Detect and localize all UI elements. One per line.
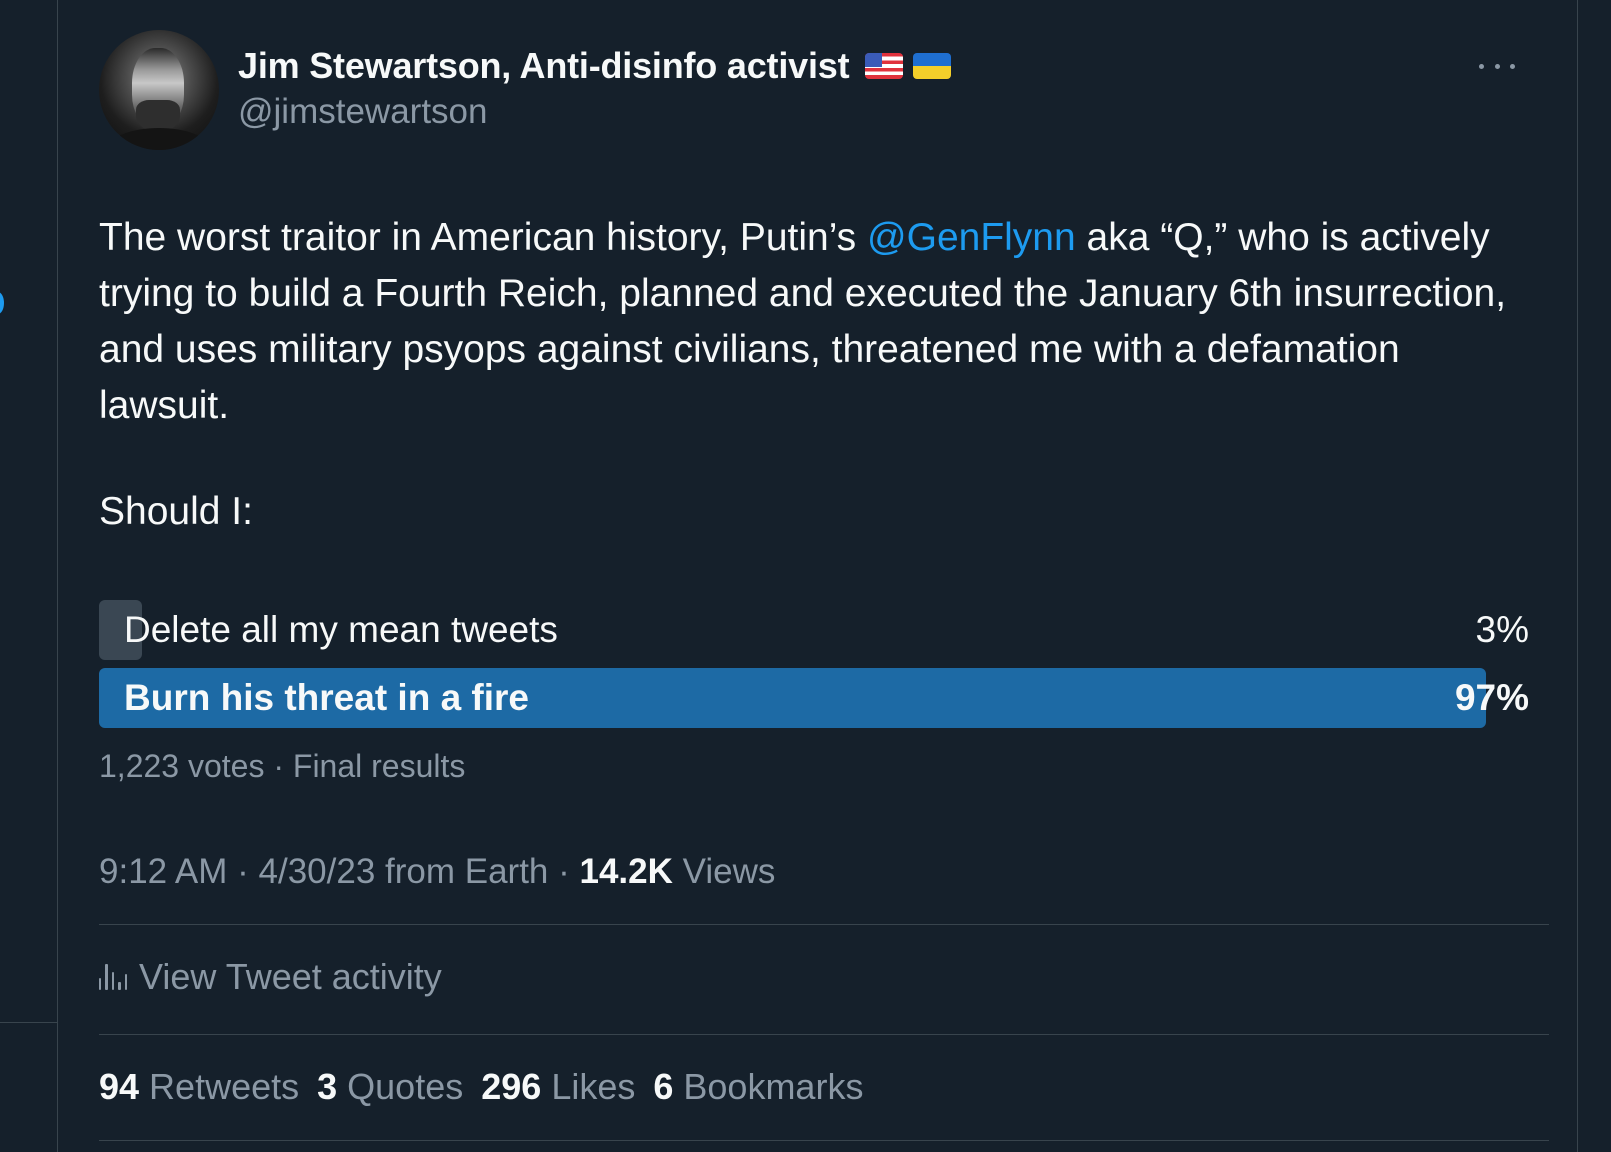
author-handle[interactable]: @jimstewartson bbox=[238, 92, 487, 132]
poll-option-percent: 97% bbox=[1454, 677, 1529, 718]
poll-option-winner: Burn his threat in a fire 97% bbox=[99, 668, 1529, 728]
poll-option: Delete all my mean tweets 3% bbox=[99, 600, 1529, 660]
retweets-label: Retweets bbox=[149, 1066, 300, 1107]
avatar-shoulders bbox=[109, 128, 209, 150]
quotes-stat[interactable]: 3 Quotes bbox=[317, 1066, 463, 1108]
left-navigation-rail bbox=[0, 0, 58, 1152]
author-name-row: Jim Stewartson, Anti-disinfo activist bbox=[238, 44, 952, 88]
more-options-icon[interactable] bbox=[1479, 58, 1515, 74]
quotes-label: Quotes bbox=[347, 1066, 464, 1107]
ukraine-flag-icon bbox=[913, 53, 952, 79]
retweets-stat[interactable]: 94 Retweets bbox=[99, 1066, 299, 1108]
tweet: Jim Stewartson, Anti-disinfo activist @j… bbox=[99, 0, 1549, 1152]
poll-option-percent: 3% bbox=[1475, 609, 1529, 650]
likes-label: Likes bbox=[551, 1066, 636, 1107]
bookmarks-count: 6 bbox=[653, 1066, 674, 1107]
timestamp-source[interactable]: 9:12 AM · 4/30/23 from Earth · bbox=[99, 852, 580, 891]
divider bbox=[99, 924, 1549, 925]
views-count: 14.2K bbox=[579, 852, 673, 891]
tweet-meta: 9:12 AM · 4/30/23 from Earth · 14.2K Vie… bbox=[99, 852, 775, 892]
poll: Delete all my mean tweets 3% Burn his th… bbox=[99, 600, 1529, 736]
right-column-border bbox=[1577, 0, 1578, 1152]
bookmarks-label: Bookmarks bbox=[683, 1066, 864, 1107]
us-flag-icon bbox=[865, 53, 904, 79]
engagement-stats: 94 Retweets 3 Quotes 296 Likes 6 Bookmarks bbox=[99, 1062, 863, 1112]
analytics-icon bbox=[99, 964, 128, 990]
poll-footer: 1,223 votes · Final results bbox=[99, 748, 466, 784]
views-label: Views bbox=[672, 852, 776, 891]
quotes-count: 3 bbox=[317, 1066, 338, 1107]
author-display-name[interactable]: Jim Stewartson, Anti-disinfo activist bbox=[238, 45, 850, 87]
poll-question: Should I: bbox=[99, 490, 253, 533]
notification-dot bbox=[0, 292, 4, 314]
poll-option-label: Delete all my mean tweets bbox=[124, 609, 558, 650]
avatar[interactable] bbox=[99, 30, 219, 150]
bookmarks-stat[interactable]: 6 Bookmarks bbox=[653, 1066, 863, 1108]
divider bbox=[99, 1034, 1549, 1035]
poll-option-label: Burn his threat in a fire bbox=[124, 677, 530, 718]
view-tweet-activity-link[interactable]: View Tweet activity bbox=[99, 952, 442, 1002]
divider bbox=[99, 1140, 1549, 1141]
mention-link[interactable]: @GenFlynn bbox=[867, 216, 1076, 259]
rail-divider bbox=[0, 1022, 58, 1023]
tweet-text-part: The worst traitor in American history, P… bbox=[99, 216, 868, 259]
view-tweet-activity-label: View Tweet activity bbox=[139, 956, 442, 997]
tweet-text: The worst traitor in American history, P… bbox=[99, 210, 1539, 434]
likes-stat[interactable]: 296 Likes bbox=[481, 1066, 635, 1108]
likes-count: 296 bbox=[481, 1066, 542, 1107]
retweets-count: 94 bbox=[99, 1066, 140, 1107]
